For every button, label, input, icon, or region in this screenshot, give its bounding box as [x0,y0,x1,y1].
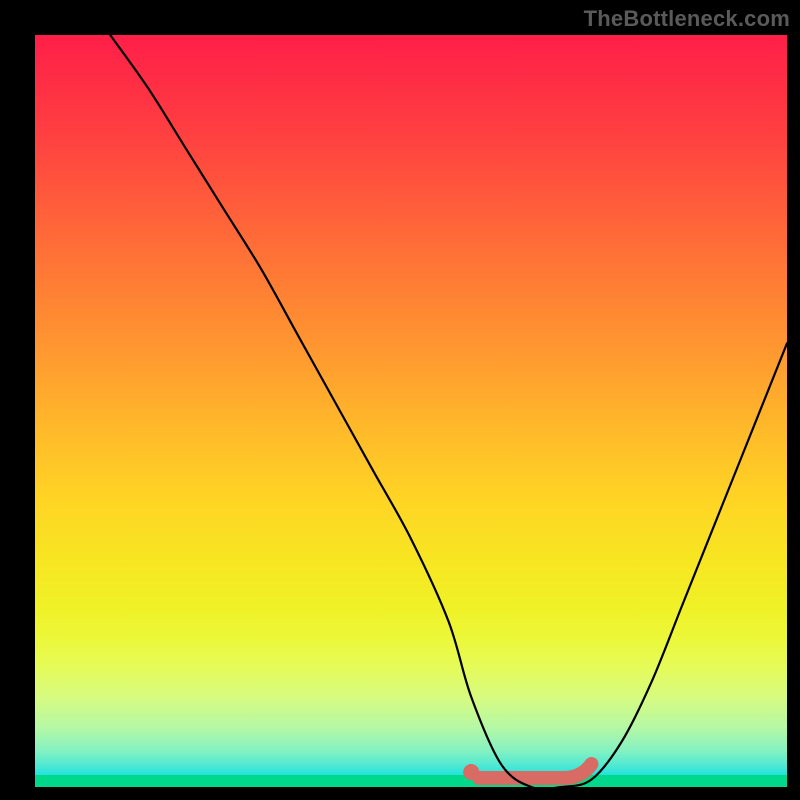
chart-frame: TheBottleneck.com [0,0,800,800]
highlight-line [479,764,591,778]
highlight-segment [463,764,591,780]
bottleneck-curve [110,35,787,787]
chart-overlay [35,35,787,787]
watermark-text: TheBottleneck.com [584,6,790,32]
plot-area [35,35,787,787]
